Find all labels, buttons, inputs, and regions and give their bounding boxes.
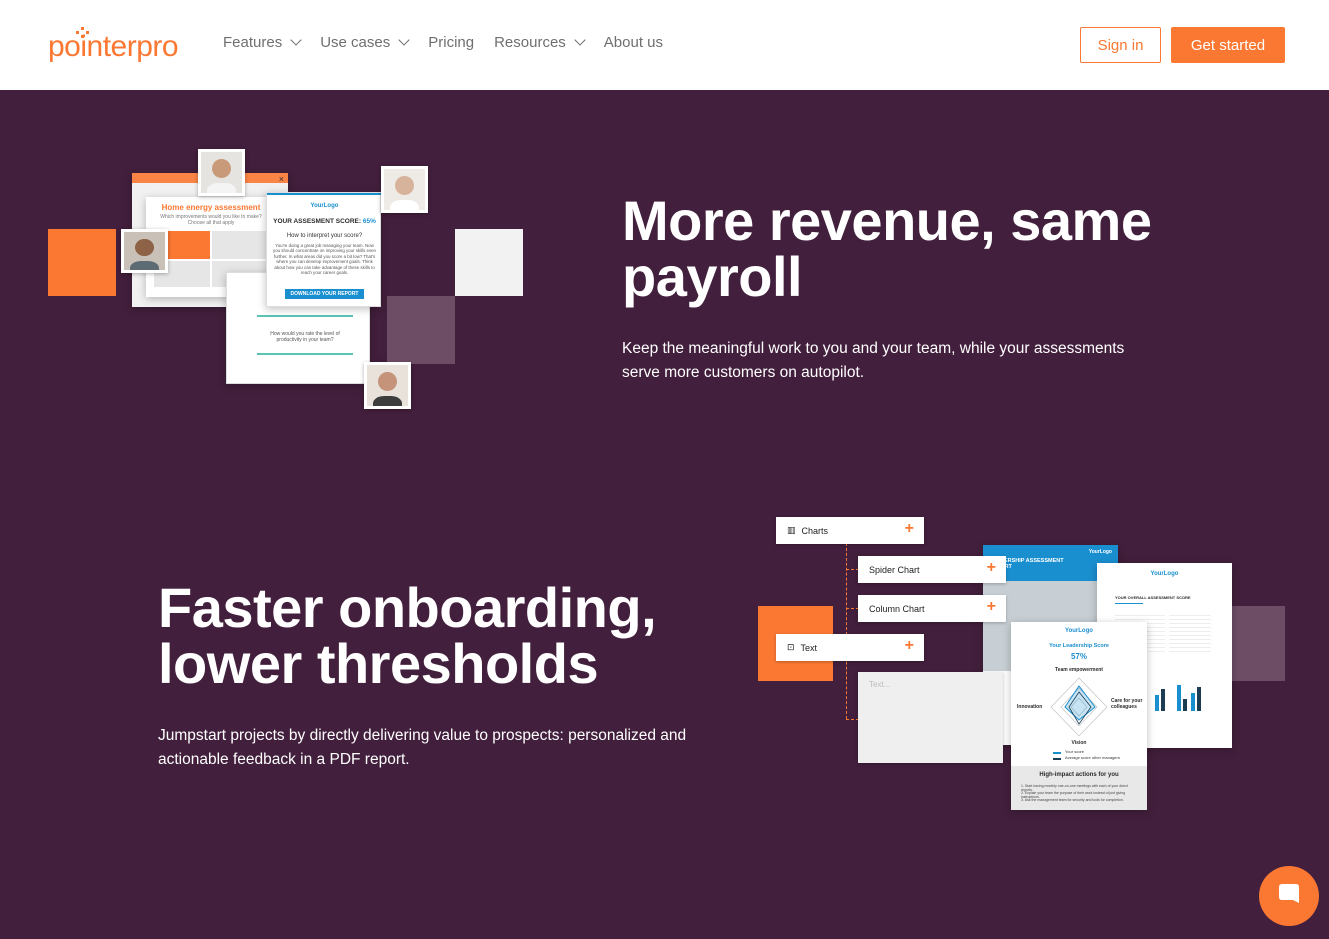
productivity-question: How would you rate the level of producti… [270,331,340,343]
chevron-down-icon [398,34,410,46]
nav-label: Pricing [428,34,475,51]
score-value: 65% [362,218,376,225]
plus-icon: + [986,559,996,576]
energy-question: Which improvements would you like to mak… [160,214,262,226]
section1-heading-line2: payroll [622,245,803,308]
section2-heading-line1: Faster onboarding, [158,576,657,639]
nav-about-us[interactable]: About us [604,34,663,51]
actions-title: High-impact actions for you [1039,772,1119,778]
nav-features[interactable]: Features [223,34,302,51]
section1-heading: More revenue, same payroll [622,193,1242,305]
tool-text: ⊡ Text + [776,634,924,661]
section2-heading: Faster onboarding, lower thresholds [158,580,758,692]
bar-chart-icon: ▥ [787,525,796,535]
tool-charts-label: Charts [801,525,829,536]
text-icon: ⊡ [787,642,795,652]
axis-team-empowerment: Team empowerment [1055,667,1103,673]
section1-heading-line1: More revenue, same [622,189,1152,252]
plus-icon: + [904,520,914,537]
legend-your-score: Your score [1065,749,1084,754]
legend-average-score: Average score other managers [1065,755,1120,760]
nav-use-cases[interactable]: Use cases [320,34,410,51]
axis-vision: Vision [1071,740,1087,746]
light-square-decor [455,229,523,296]
score-card: YourLogo YOUR ASSESMENT SCORE: 65% How t… [266,192,382,307]
leadership-score-page: YourLogo Your Leadership Score 57% Team … [1011,622,1147,810]
nav-pricing[interactable]: Pricing [428,34,474,51]
text-placeholder: Text... [869,680,891,689]
top-navbar: pointerpro Features Use cases Pricing Re… [0,0,1329,90]
axis-innovation: Innovation [1017,704,1043,710]
score-label: YOUR ASSESMENT SCORE: [273,218,362,225]
spider-chart-icon [1050,677,1108,737]
report-logo: YourLogo [1088,549,1112,555]
tool-spider-chart-label: Spider Chart [869,564,920,575]
plus-icon: + [986,598,996,615]
overall-title: YOUR OVERALL ASSESSMENT SCORE [1115,595,1191,600]
tool-spider-chart: Spider Chart + [858,556,1006,583]
close-icon: × [278,174,284,184]
main-menu: Features Use cases Pricing Resources Abo… [223,34,663,51]
score-label-row: YOUR ASSESMENT SCORE: 65% [267,218,382,225]
tool-charts: ▥ Charts + [776,517,924,544]
leadership-score-value: 57% [1070,652,1087,661]
overall-logo: YourLogo [1150,571,1179,577]
tool-column-chart-label: Column Chart [869,603,925,614]
leadership-score-label: Your Leadership Score [1049,643,1109,649]
axis-care: Care for your colleagues [1111,698,1143,710]
tool-column-chart: Column Chart + [858,595,1006,622]
nav-label: Features [223,34,283,51]
tool-text-label: Text [800,642,818,653]
person-photo-woman-1 [381,166,428,213]
section2-paragraph: Jumpstart projects by directly deliverin… [158,727,687,768]
person-photo-man-2 [121,229,168,273]
get-started-button[interactable]: Get started [1171,27,1285,63]
plus-icon: + [904,637,914,654]
section2-heading-line2: lower thresholds [158,632,599,695]
sign-in-button[interactable]: Sign in [1080,27,1161,63]
chevron-down-icon [290,34,302,46]
section1-paragraph: Keep the meaningful work to you and your… [622,340,1125,381]
person-photo-man-1 [198,149,245,196]
chevron-down-icon [574,34,586,46]
energy-title: Home energy assessment [161,203,261,212]
logo-text: pointerpro [48,30,179,63]
interpret-text: You're doing a great job managing your t… [273,243,376,276]
score-page-logo: YourLogo [1065,628,1093,634]
mauve-square-decor [387,296,455,364]
nav-resources[interactable]: Resources [494,34,586,51]
your-logo-text: YourLogo [310,203,339,209]
nav-label: Use cases [320,34,391,51]
logo-dots-icon [76,27,90,39]
text-box-placeholder: Text... [858,672,1003,763]
nav-label: Resources [494,34,566,51]
download-report-button: DOWNLOAD YOUR REPORT [285,289,364,299]
action-3: 3. Ask the management team for security … [1021,798,1124,802]
person-photo-woman-2 [364,362,411,409]
chat-bubble-icon [1279,884,1299,903]
pointerpro-logo[interactable]: pointerpro [48,27,179,64]
nav-label: About us [603,34,664,51]
orange-square-decor [48,229,116,296]
chat-launcher-button[interactable] [1259,866,1319,926]
interpret-heading: How to interpret your score? [286,233,363,239]
